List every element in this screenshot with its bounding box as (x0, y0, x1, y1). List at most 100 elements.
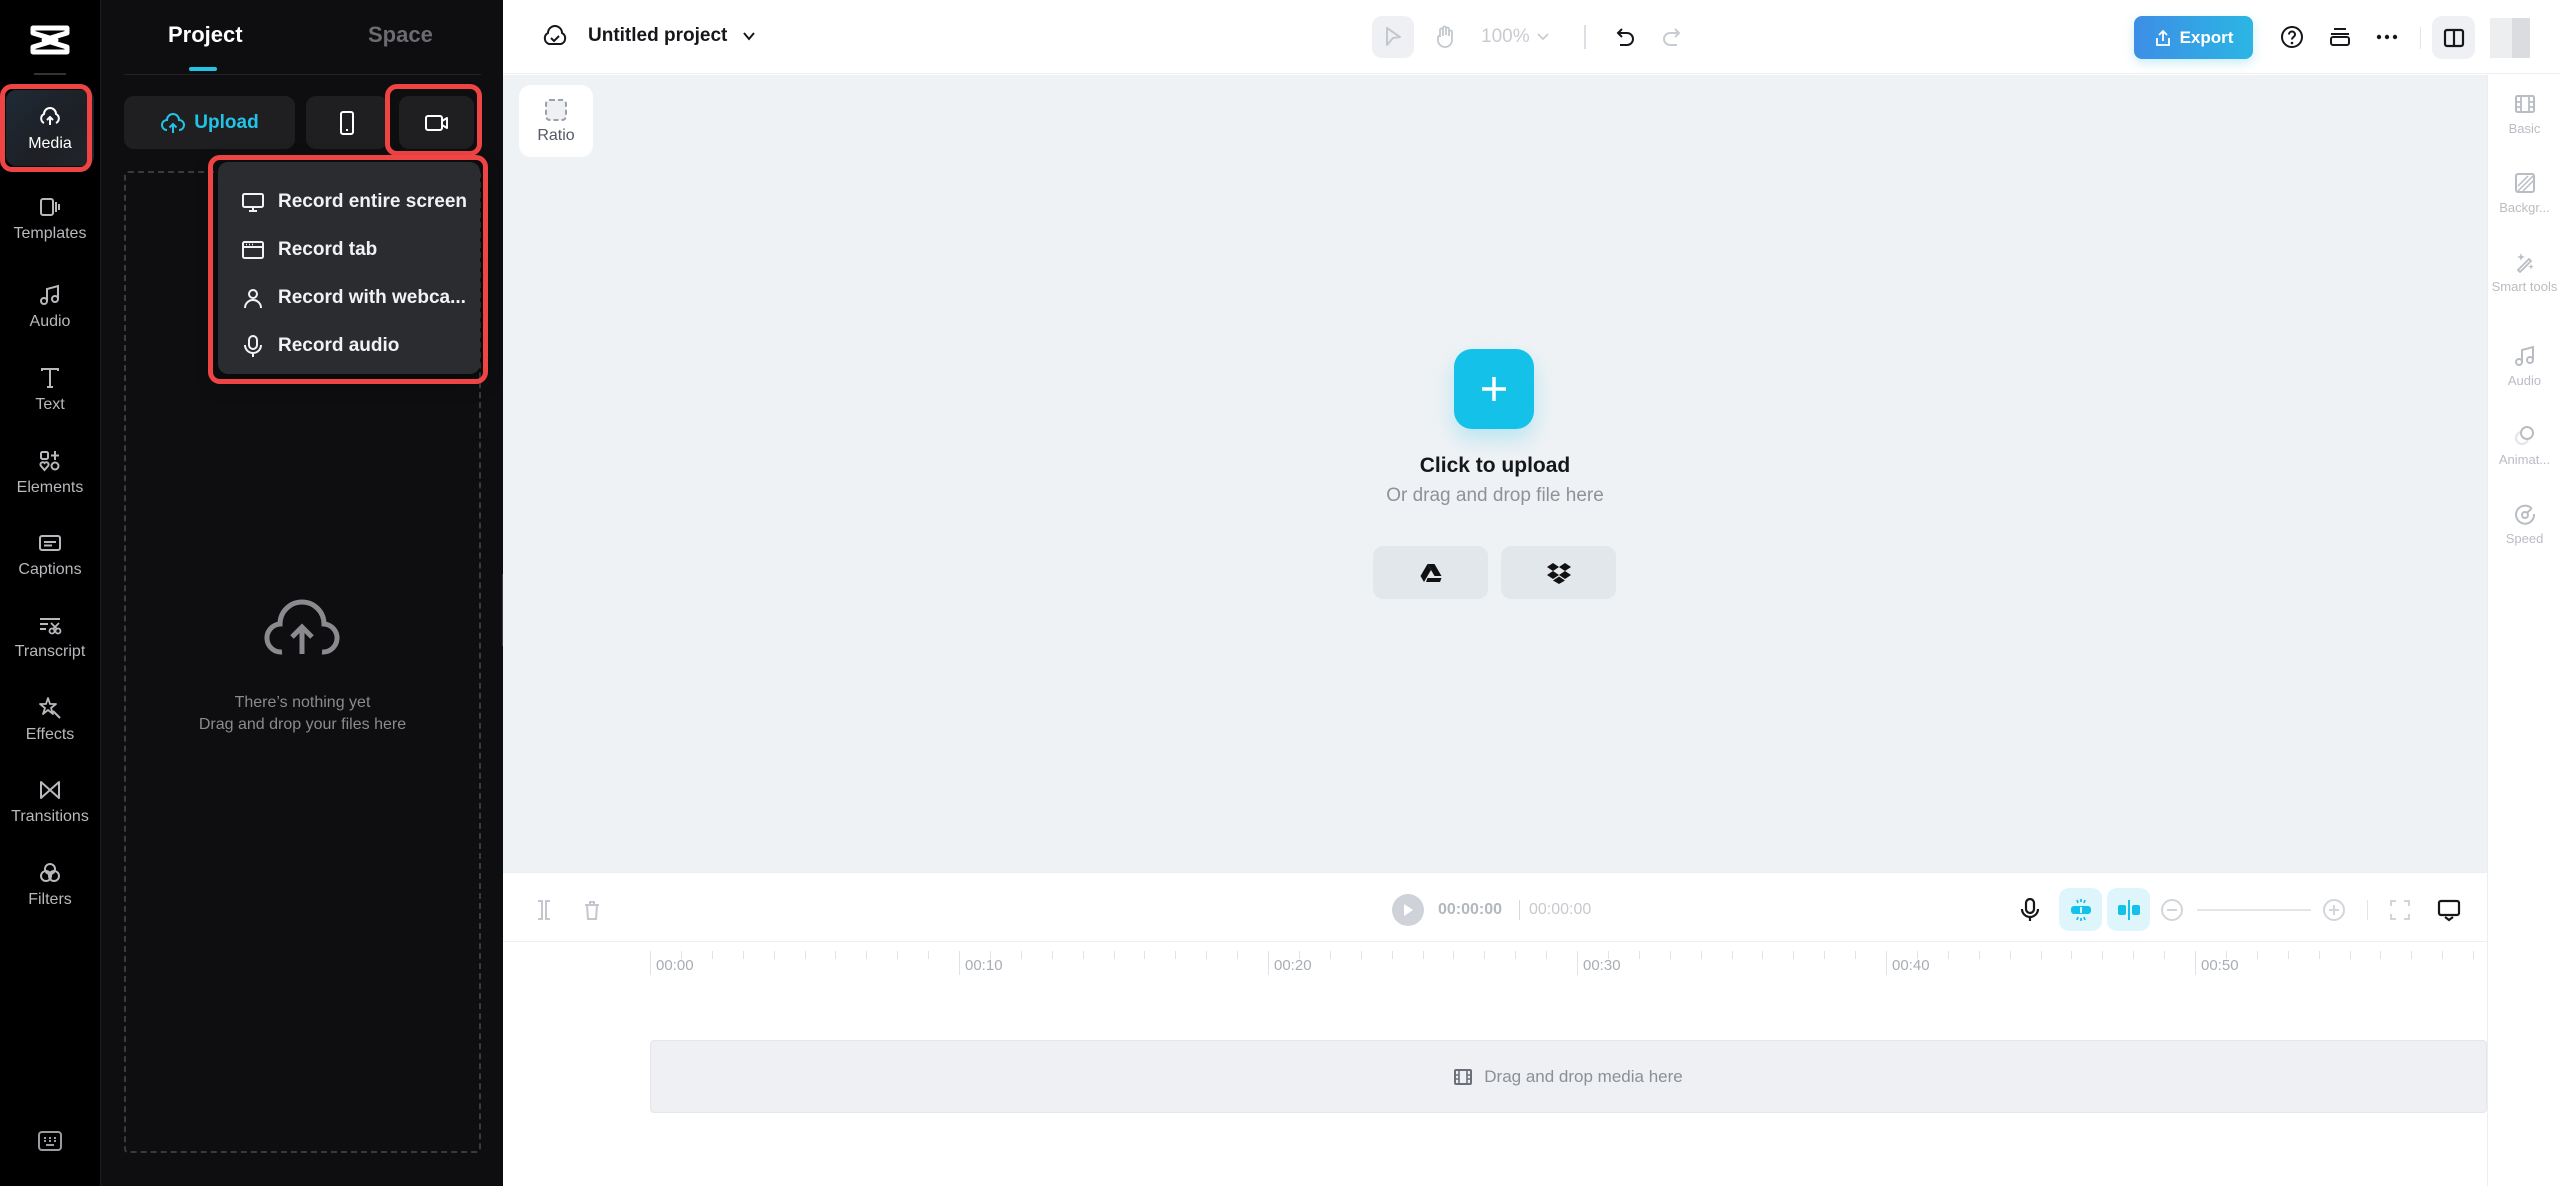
keyboard-shortcuts-icon[interactable] (38, 1131, 62, 1151)
zoom-level-dropdown[interactable]: 100% (1481, 26, 1550, 48)
media-track-dropzone[interactable]: Drag and drop media here (650, 1040, 2487, 1113)
hand-tool-button[interactable] (1428, 20, 1462, 54)
help-button[interactable] (2275, 20, 2309, 54)
undo-button[interactable] (1608, 20, 1642, 54)
ruler-major-tick (650, 951, 651, 975)
ruler-minor-tick (804, 951, 806, 959)
rail-item-text[interactable]: Text (6, 351, 94, 427)
chevron-down-icon[interactable] (741, 29, 757, 43)
timeline-zoom-slider[interactable] (2197, 909, 2311, 911)
ruler-minor-tick (1453, 951, 1455, 959)
background-icon (2514, 173, 2535, 193)
rail-item-transcript[interactable]: Transcript (6, 598, 94, 674)
tab-divider (124, 74, 481, 75)
fit-timeline-button[interactable] (2385, 895, 2415, 925)
magnet-snap-toggle[interactable] (2059, 888, 2102, 931)
upload-button[interactable]: Upload (124, 96, 295, 149)
properties-panel: Basic Backgr... Smart tools Audio Animat… (2487, 75, 2560, 1186)
split-button[interactable] (529, 895, 559, 925)
ruler-minor-tick (2009, 951, 2011, 959)
ruler-top-border (503, 941, 2487, 942)
rail-item-templates[interactable]: Templates (6, 180, 94, 256)
prop-tab-basic[interactable]: Basic (2488, 93, 2560, 136)
total-duration: 00:00:00 (1529, 901, 1592, 918)
rail-item-filters[interactable]: Filters (6, 846, 94, 922)
ruler-minor-tick (1947, 951, 1949, 959)
phone-upload-button[interactable] (306, 96, 388, 149)
project-title[interactable]: Untitled project (588, 25, 727, 47)
trash-icon (585, 901, 599, 920)
timecode-divider (1519, 900, 1520, 920)
select-tool-button[interactable] (1372, 16, 1414, 58)
rail-item-elements[interactable]: Elements (6, 434, 94, 510)
ruler-minor-tick (2256, 951, 2258, 959)
click-to-upload-button[interactable] (1454, 349, 1534, 429)
zoom-out-button[interactable] (2157, 895, 2187, 925)
rail-item-label: Templates (13, 224, 87, 242)
ruler-minor-tick (773, 951, 775, 959)
tab-project[interactable]: Project (168, 22, 243, 48)
upload-title: Click to upload (1419, 454, 1571, 477)
rail-item-media[interactable]: Media (6, 90, 94, 166)
ruler-minor-tick (2071, 951, 2073, 959)
ruler-minor-tick (2318, 951, 2320, 959)
align-center-icon (2117, 899, 2140, 920)
upload-hint: Or drag and drop file here (1386, 485, 1604, 506)
cloud-upload-icon (161, 112, 186, 133)
delete-button[interactable] (577, 895, 607, 925)
rail-item-transitions[interactable]: Transitions (6, 763, 94, 839)
preview-mode-button[interactable] (2434, 895, 2464, 925)
linkage-toggle[interactable] (2107, 888, 2150, 931)
media-track-hint: Drag and drop media here (1484, 1066, 1683, 1086)
layout-toggle-button[interactable] (2432, 16, 2475, 59)
tab-space[interactable]: Space (368, 22, 433, 48)
redo-button[interactable] (1655, 20, 1689, 54)
filters-icon (40, 862, 60, 882)
ruler-minor-tick (1391, 951, 1393, 959)
menu-item-record-tab[interactable]: Record tab (218, 226, 480, 274)
dropbox-button[interactable] (1501, 546, 1616, 599)
user-avatar[interactable] (2490, 18, 2530, 58)
ruler-label: 00:30 (1583, 957, 1621, 974)
export-button[interactable]: Export (2134, 16, 2253, 59)
rail-item-label: Elements (16, 478, 84, 496)
zoom-in-button[interactable] (2319, 895, 2349, 925)
magic-wand-icon (2516, 253, 2534, 273)
timeline: 00:00:00 00:00:00 Drag and drop media he… (503, 872, 2487, 1186)
menu-item-record-audio[interactable]: Record audio (218, 322, 480, 370)
rail-item-audio[interactable]: Audio (6, 268, 94, 344)
voiceover-button[interactable] (2015, 895, 2045, 925)
ruler-minor-tick (2102, 951, 2104, 959)
ratio-button[interactable]: Ratio (519, 85, 593, 157)
ruler-minor-tick (1515, 951, 1517, 959)
film-icon (2514, 95, 2535, 113)
play-button[interactable] (1392, 894, 1424, 926)
rail-item-label: Effects (25, 725, 75, 743)
layers-button[interactable] (2323, 20, 2357, 54)
music-note-icon (40, 284, 59, 305)
undo-icon (1616, 28, 1634, 46)
ruler-minor-tick (2164, 951, 2166, 959)
templates-icon (40, 197, 60, 216)
ruler-label: 00:00 (656, 957, 694, 974)
play-icon (1404, 904, 1413, 916)
ruler-label: 00:40 (1892, 957, 1930, 974)
prop-tab-audio[interactable]: Audio (2488, 345, 2560, 388)
speed-icon (2514, 504, 2535, 525)
menu-item-record-webcam[interactable]: Record with webca... (218, 274, 480, 322)
google-drive-button[interactable] (1373, 546, 1488, 599)
record-button[interactable] (399, 96, 474, 149)
ruler-label: 00:20 (1274, 957, 1312, 974)
more-options-button[interactable] (2370, 20, 2404, 54)
prop-tab-speed[interactable]: Speed (2488, 503, 2560, 546)
prop-tab-background[interactable]: Backgr... (2488, 172, 2560, 215)
ruler-minor-tick (1422, 951, 1424, 959)
rail-item-effects[interactable]: Effects (6, 681, 94, 757)
menu-item-record-entire-screen[interactable]: Record entire screen (218, 178, 480, 226)
animation-icon (2514, 426, 2534, 445)
prop-tab-smart-tools[interactable]: Smart tools (2488, 251, 2560, 294)
left-rail: Media Templates Audio Text Elements Capt… (0, 0, 100, 1186)
rail-item-captions[interactable]: Captions (6, 516, 94, 592)
prop-tab-animation[interactable]: Animat... (2488, 424, 2560, 467)
cloud-upload-icon (264, 599, 340, 655)
